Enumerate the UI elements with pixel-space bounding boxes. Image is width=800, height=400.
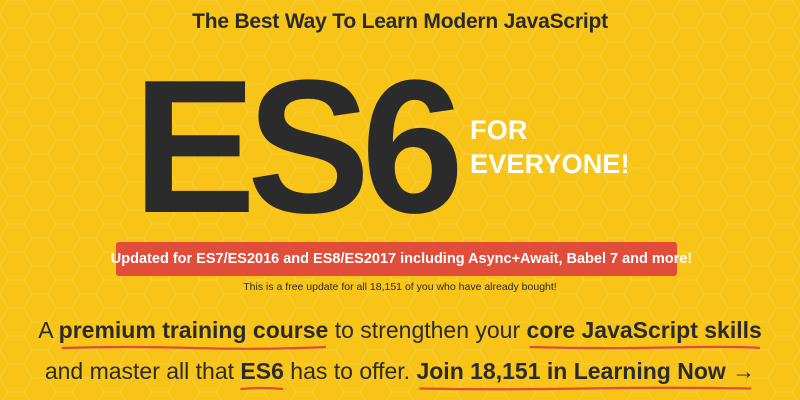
pitch-text: A: [38, 317, 59, 343]
highlight-es6: ES6: [240, 358, 284, 385]
pitch-text: has to offer.: [283, 358, 417, 384]
highlight-text: core JavaScript skills: [526, 317, 762, 343]
hero-subtitle: FOR EVERYONE!: [470, 113, 630, 181]
pitch-line-2: and master all that ES6 has to offer. Jo…: [0, 358, 800, 385]
update-banner-text: Updated for ES7/ES2016 and ES8/ES2017 in…: [110, 251, 693, 267]
page-tagline: The Best Way To Learn Modern JavaScript: [192, 10, 608, 33]
pitch-line-1: A premium training course to strengthen …: [0, 317, 800, 344]
highlight-text: ES6: [240, 358, 284, 384]
underline-squiggle: [59, 344, 329, 351]
underline-squiggle: [240, 385, 283, 392]
underline-squiggle: [527, 344, 762, 351]
underline-squiggle: [416, 385, 755, 392]
join-now-link[interactable]: Join 18,151 in Learning Now →: [416, 358, 755, 385]
hero-subtitle-line1: FOR: [470, 115, 528, 145]
hero-subtitle-line2: EVERYONE!: [470, 149, 630, 179]
free-update-note: This is a free update for all 18,151 of …: [243, 281, 557, 293]
join-now-link-label: Join 18,151 in Learning Now →: [416, 358, 756, 384]
pitch-text: and master all that: [44, 358, 241, 384]
highlight-premium-training-course: premium training course: [58, 317, 329, 344]
es6-logo-text: ES6: [133, 41, 464, 253]
update-banner: Updated for ES7/ES2016 and ES8/ES2017 in…: [111, 242, 692, 276]
landing-page: The Best Way To Learn Modern JavaScript …: [0, 0, 800, 400]
pitch-text: to strengthen your: [328, 317, 527, 343]
hero-logo: ES6 FOR EVERYONE!: [0, 52, 800, 242]
highlight-core-javascript-skills: core JavaScript skills: [527, 317, 762, 344]
highlight-text: premium training course: [58, 317, 329, 343]
